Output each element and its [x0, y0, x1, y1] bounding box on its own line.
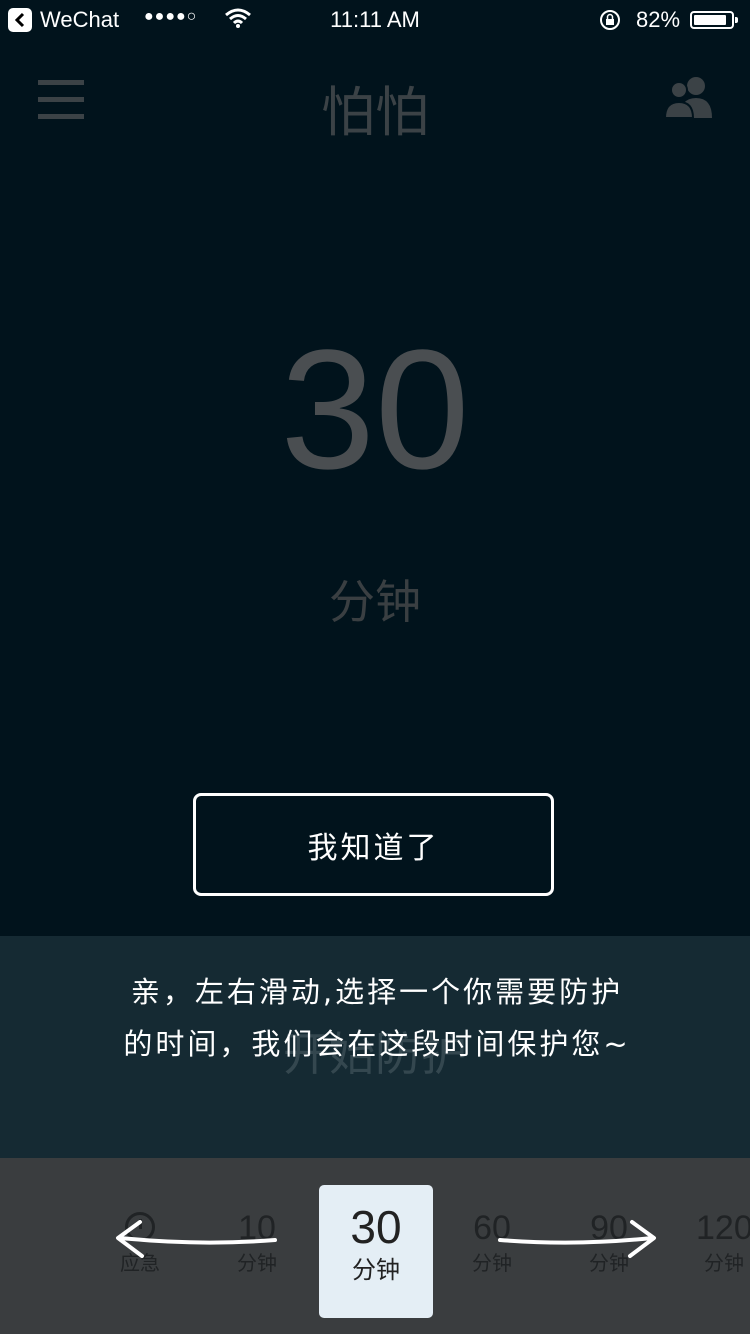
picker-item-unit: 分钟	[704, 1251, 744, 1275]
timer-value: 30	[280, 315, 470, 505]
battery-percent: 82%	[636, 7, 681, 32]
hint-line-1: 亲，左右滑动,选择一个你需要防护	[130, 975, 624, 1009]
rotation-lock-icon	[598, 9, 622, 37]
swipe-left-arrow-icon	[116, 1220, 277, 1258]
got-it-button[interactable]: 我知道了	[193, 793, 554, 896]
picker-item-value: 120	[696, 1209, 750, 1247]
picker-selected-value: 30	[350, 1201, 402, 1253]
picker-item-30-selected[interactable]: 30 分钟	[319, 1185, 433, 1318]
picker-item-120[interactable]: 120 分钟	[666, 1206, 750, 1276]
swipe-hint-text: 亲，左右滑动,选择一个你需要防护 的时间，我们会在这段时间保护您~	[94, 966, 660, 1070]
page-title: 怕怕	[321, 81, 429, 144]
hint-line-2: 的时间，我们会在这段时间保护您~	[123, 1027, 631, 1061]
picker-selected-unit: 分钟	[352, 1256, 400, 1284]
status-bar: WeChat ●●●●○ 11:11 AM 82%	[0, 0, 750, 40]
battery-icon	[690, 11, 738, 29]
timer-unit: 分钟	[329, 575, 421, 629]
people-icon[interactable]	[663, 74, 714, 124]
swipe-right-arrow-icon	[498, 1220, 656, 1258]
